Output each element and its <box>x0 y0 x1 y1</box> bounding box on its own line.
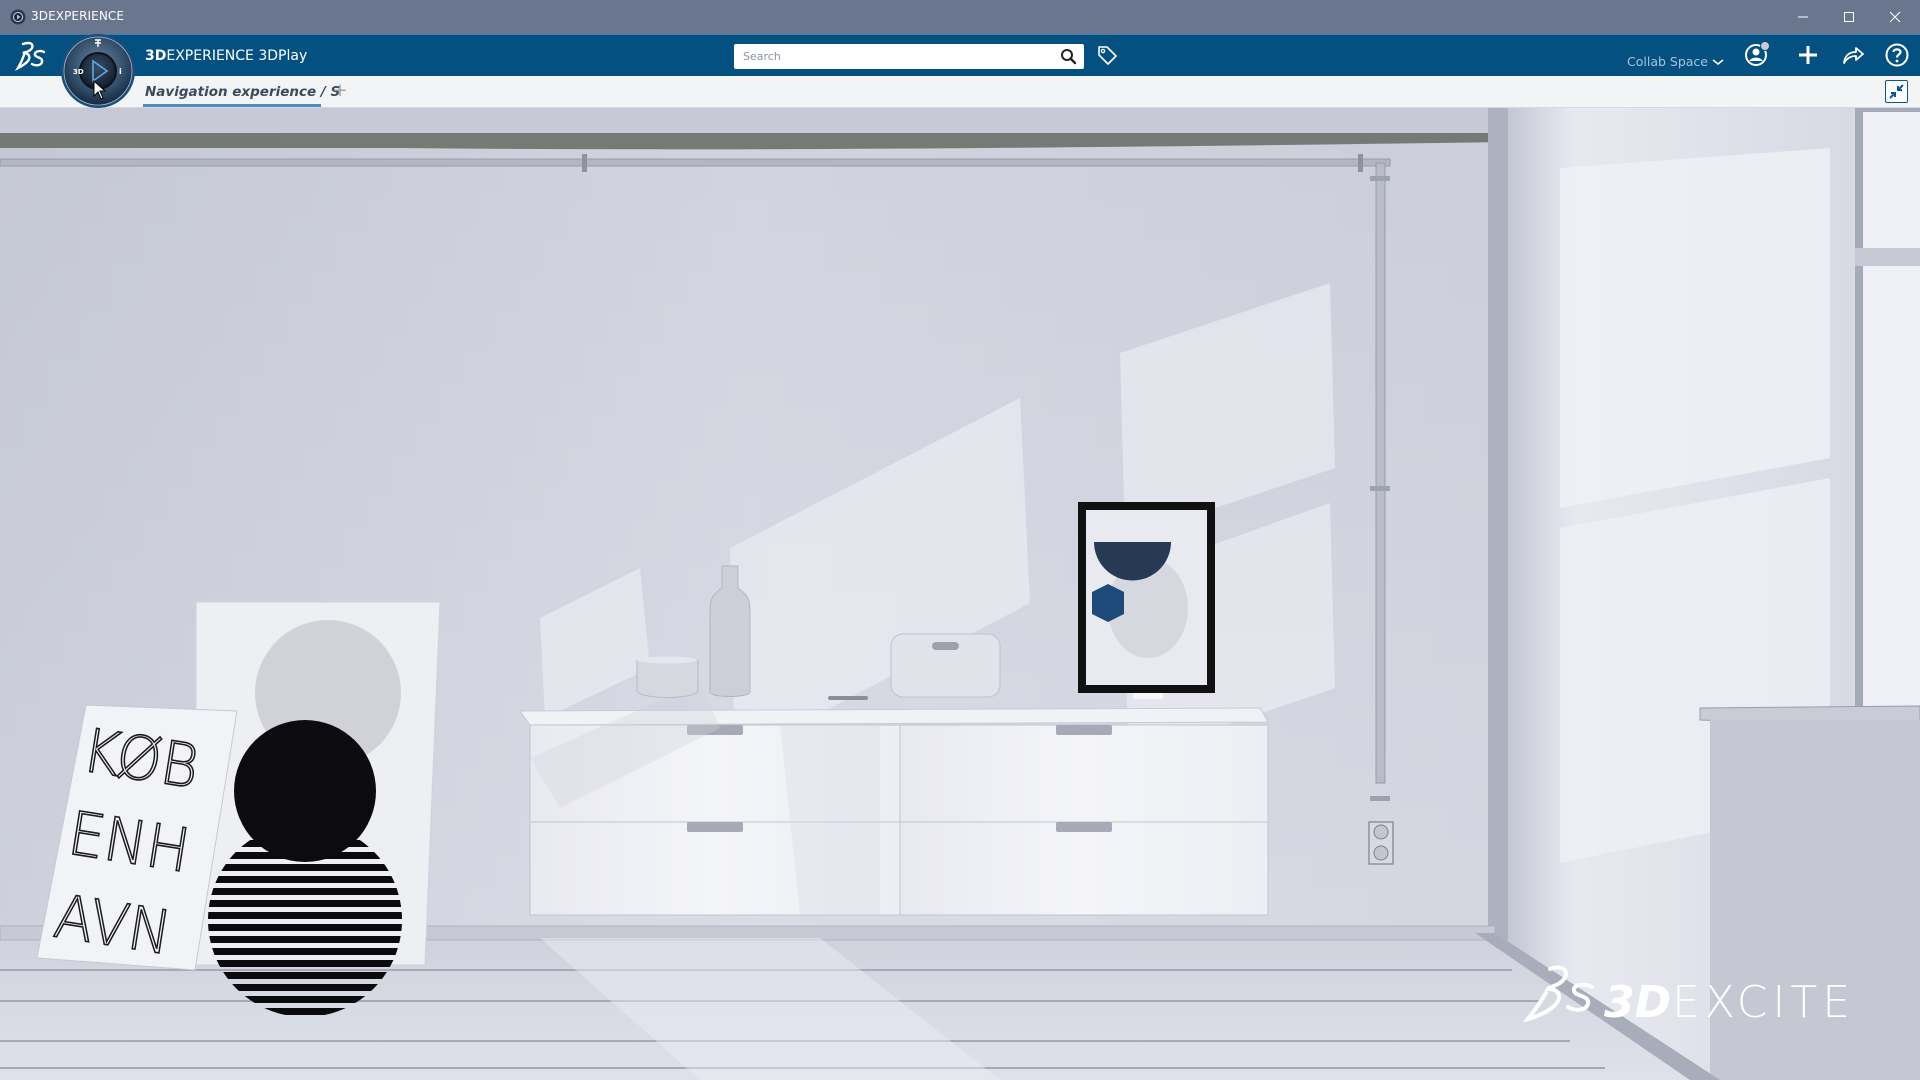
phone <box>828 696 868 700</box>
app-title-brand: 3D <box>145 48 167 64</box>
search-input[interactable] <box>734 44 1054 69</box>
maximize-button[interactable] <box>1826 0 1872 34</box>
compass-i-label[interactable]: i <box>119 67 122 76</box>
ds-mark-icon <box>1522 965 1569 1023</box>
add-icon[interactable] <box>1793 40 1823 70</box>
add-tab-button[interactable]: + <box>330 80 350 102</box>
app-compass-icon <box>10 9 26 25</box>
share-icon[interactable] <box>1838 40 1868 70</box>
app-title-rest: EXPERIENCE 3DPlay <box>166 48 308 64</box>
collab-space-dropdown[interactable]: Collab Space <box>1627 54 1724 69</box>
close-button[interactable] <box>1872 0 1918 34</box>
user-profile-icon[interactable] <box>1743 40 1773 70</box>
search-box <box>734 44 1084 69</box>
help-icon[interactable] <box>1882 40 1912 70</box>
window-title-bar: 3DEXPERIENCE <box>0 0 1920 34</box>
watermark-bold: 3D <box>1604 977 1671 1028</box>
tab-bar: Navigation experience / S + <box>0 76 1920 108</box>
collapse-arrows-icon <box>1889 84 1904 99</box>
3d-viewport[interactable]: KØB ENH AVN 3D EXCITE <box>0 108 1920 1080</box>
collapse-button[interactable] <box>1885 80 1908 103</box>
close-icon <box>1889 11 1901 23</box>
mouse-cursor-icon <box>93 80 107 100</box>
tab-label: Navigation experience / S <box>145 84 341 100</box>
3dexcite-logo: 3D EXCITE <box>1522 965 1850 1028</box>
wall-outlet <box>1368 821 1394 865</box>
bowl <box>636 659 699 698</box>
dassault-systemes-logo-icon[interactable] <box>14 39 48 71</box>
collab-space-label: Collab Space <box>1627 54 1708 69</box>
app-title: 3DEXPERIENCE 3DPlay <box>145 48 307 64</box>
app-header: 3DEXPERIENCE 3DPlay Collab Space <box>0 34 1920 76</box>
window-title: 3DEXPERIENCE <box>31 9 125 23</box>
active-tab-indicator <box>143 104 321 107</box>
chevron-down-icon <box>1712 58 1724 65</box>
compass-3d-label[interactable]: 3D <box>73 68 84 76</box>
tag-icon[interactable] <box>1095 44 1119 68</box>
framed-picture <box>1078 502 1215 699</box>
wall-pipe <box>0 158 1391 167</box>
minimize-icon <box>1798 16 1808 18</box>
minimize-button[interactable] <box>1780 0 1826 34</box>
window <box>1855 108 1920 708</box>
maximize-icon <box>1844 12 1854 22</box>
search-icon[interactable] <box>1060 48 1077 65</box>
watermark-rest: EXCITE <box>1672 977 1850 1028</box>
tab-navigation-experience[interactable]: Navigation experience / S <box>143 76 340 108</box>
room-render: KØB ENH AVN <box>0 108 1920 1080</box>
dresser <box>519 683 1269 916</box>
